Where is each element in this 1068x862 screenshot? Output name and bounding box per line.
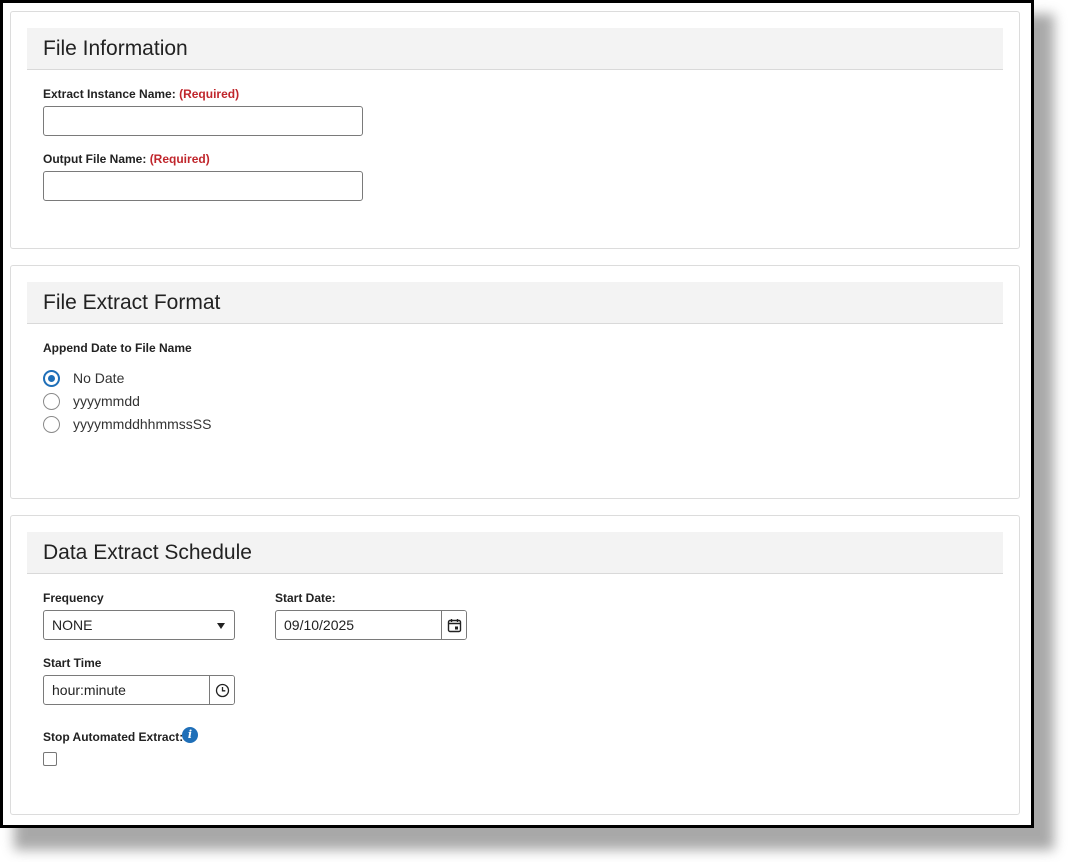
- radio-button[interactable]: [43, 415, 60, 433]
- data-extract-schedule-card: Data Extract Schedule Frequency NONE Sta…: [10, 515, 1020, 815]
- file-information-card: File Information Extract Instance Name: …: [10, 11, 1020, 249]
- file-extract-format-card: File Extract Format Append Date to File …: [10, 265, 1020, 499]
- start-time-label: Start Time: [43, 656, 102, 670]
- output-file-label: Output File Name: (Required): [43, 152, 210, 166]
- stop-automated-label: Stop Automated Extract:: [43, 730, 184, 744]
- file-extract-format-header: File Extract Format: [27, 282, 1003, 324]
- frequency-label: Frequency: [43, 591, 104, 605]
- info-icon[interactable]: i: [182, 727, 198, 743]
- start-date-field[interactable]: 09/10/2025: [275, 610, 467, 640]
- radio-label: yyyymmddhhmmssSS: [73, 416, 212, 432]
- radio-yyyymmddhhmmssss[interactable]: yyyymmddhhmmssSS: [43, 414, 211, 434]
- clock-button[interactable]: [209, 676, 234, 704]
- start-time-field[interactable]: hour:minute: [43, 675, 235, 705]
- frequency-value: NONE: [52, 617, 93, 633]
- extract-instance-label-text: Extract Instance Name:: [43, 87, 176, 101]
- output-file-label-text: Output File Name:: [43, 152, 147, 166]
- calendar-button[interactable]: [441, 611, 466, 639]
- extract-instance-input[interactable]: [43, 106, 363, 136]
- frequency-select[interactable]: NONE: [43, 610, 235, 640]
- required-tag: (Required): [179, 87, 240, 101]
- radio-button[interactable]: [43, 392, 60, 410]
- required-tag: (Required): [149, 152, 210, 166]
- start-date-value[interactable]: 09/10/2025: [276, 611, 441, 639]
- radio-label: No Date: [73, 370, 125, 386]
- screenshot-frame: File Information Extract Instance Name: …: [0, 0, 1034, 828]
- stop-automated-checkbox[interactable]: [43, 752, 57, 766]
- radio-label: yyyymmdd: [73, 393, 140, 409]
- clock-icon: [215, 683, 229, 697]
- radio-yyyymmdd[interactable]: yyyymmdd: [43, 391, 140, 411]
- data-extract-schedule-header: Data Extract Schedule: [27, 532, 1003, 574]
- file-information-header: File Information: [27, 28, 1003, 70]
- radio-button-checked[interactable]: [43, 369, 60, 387]
- radio-no-date[interactable]: No Date: [43, 368, 124, 388]
- output-file-input[interactable]: [43, 171, 363, 201]
- chevron-down-icon: [217, 623, 225, 629]
- start-time-input[interactable]: hour:minute: [44, 676, 209, 704]
- calendar-icon: [447, 618, 461, 632]
- append-date-label: Append Date to File Name: [43, 341, 192, 355]
- start-date-label: Start Date:: [275, 591, 336, 605]
- extract-instance-label: Extract Instance Name: (Required): [43, 87, 239, 101]
